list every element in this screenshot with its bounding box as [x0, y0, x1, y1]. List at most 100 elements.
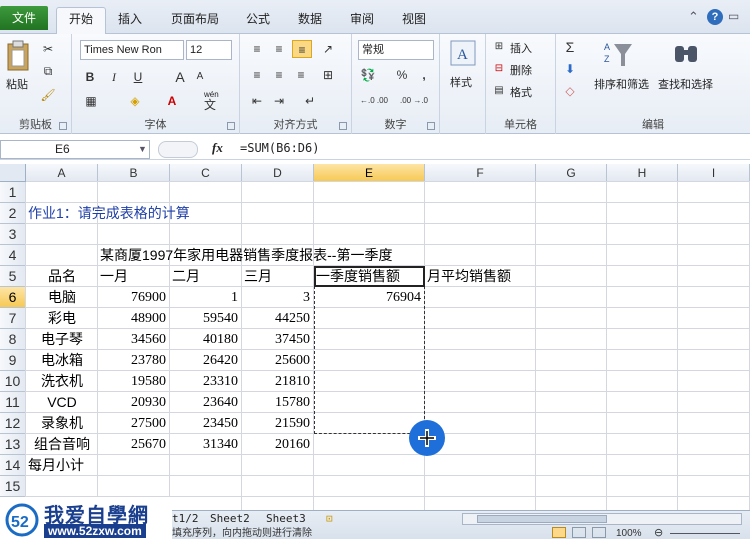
zoom-slider[interactable] — [670, 533, 740, 534]
styles-label[interactable]: 样式 — [450, 74, 472, 90]
help-icon[interactable]: ? — [707, 9, 723, 25]
cell-b4-title[interactable]: 某商厦1997年家用电器销售季度报表--第一季度 — [100, 245, 534, 266]
cell-feb[interactable]: 23450 — [172, 413, 240, 434]
percent-button[interactable]: % — [394, 66, 410, 84]
align-middle-icon[interactable]: ≡ — [270, 40, 288, 58]
tab-view[interactable]: 视图 — [394, 8, 434, 32]
cell-mar[interactable]: 25600 — [244, 350, 312, 371]
copy-icon[interactable]: ⧉ — [40, 62, 56, 80]
shrink-font-button[interactable]: A — [192, 68, 208, 86]
tab-file[interactable]: 文件 — [0, 6, 48, 30]
cell-feb[interactable]: 40180 — [172, 329, 240, 350]
tab-formulas[interactable]: 公式 — [240, 8, 276, 32]
delete-label[interactable]: 删除 — [510, 62, 532, 78]
cell-feb[interactable]: 26420 — [172, 350, 240, 371]
cell-product-name[interactable]: 电脑 — [28, 287, 96, 308]
header-cell[interactable]: 三月 — [244, 266, 312, 287]
underline-button[interactable]: U — [130, 68, 146, 86]
insert-cells-icon[interactable]: ⊞ — [492, 38, 506, 56]
border-icon[interactable]: ▦ — [82, 92, 100, 110]
cell-a14-total-label[interactable]: 每月小计 — [28, 455, 168, 476]
cell-feb[interactable]: 59540 — [172, 308, 240, 329]
tab-review[interactable]: 审阅 — [342, 8, 382, 32]
font-launcher-icon[interactable] — [227, 122, 235, 130]
decrease-decimal-button[interactable]: .00 →.0 — [396, 92, 432, 110]
styles-icon[interactable]: A — [450, 40, 476, 66]
cell-product-name[interactable]: 洗衣机 — [28, 371, 96, 392]
merge-center-icon[interactable]: ⊞ — [318, 66, 338, 84]
zoom-out-icon[interactable]: ⊖ — [654, 527, 663, 540]
number-launcher-icon[interactable] — [427, 122, 435, 130]
tab-home[interactable]: 开始 — [56, 7, 106, 35]
delete-cells-icon[interactable]: ⊟ — [492, 60, 506, 78]
fill-color-icon[interactable]: ◈ — [126, 92, 144, 110]
align-center-icon[interactable]: ≡ — [270, 66, 288, 84]
sort-filter-icon[interactable]: AZ — [604, 40, 634, 68]
format-painter-icon[interactable]: 🖌 — [40, 86, 56, 104]
tab-insert[interactable]: 插入 — [110, 8, 150, 32]
font-name-select[interactable]: Times New Ron — [80, 40, 184, 60]
page-break-view-icon[interactable] — [592, 527, 606, 538]
cell-feb[interactable]: 31340 — [172, 434, 240, 455]
formula-input[interactable]: =SUM(B6:D6) — [240, 141, 319, 155]
selection-range[interactable] — [314, 266, 425, 434]
horizontal-scroll-thumb[interactable] — [477, 515, 607, 523]
cell-jan[interactable]: 25670 — [100, 434, 168, 455]
cell-mar[interactable]: 21590 — [244, 413, 312, 434]
find-select-label[interactable]: 查找和选择 — [658, 76, 713, 92]
increase-indent-icon[interactable]: ⇥ — [270, 92, 288, 110]
header-cell[interactable]: 二月 — [172, 266, 240, 287]
comma-button[interactable]: , — [416, 66, 432, 84]
cell-product-name[interactable]: VCD — [28, 392, 96, 413]
cell-mar[interactable]: 21810 — [244, 371, 312, 392]
fill-icon[interactable]: ⬇ — [562, 60, 578, 78]
header-cell[interactable]: 月平均销售额 — [427, 266, 534, 287]
cell-product-name[interactable]: 彩电 — [28, 308, 96, 329]
sheet-tab-sheet2[interactable]: Sheet2 — [210, 512, 250, 526]
header-cell[interactable]: 一月 — [100, 266, 168, 287]
cell-jan[interactable]: 27500 — [100, 413, 168, 434]
decrease-indent-icon[interactable]: ⇤ — [248, 92, 266, 110]
header-cell[interactable]: 品名 — [28, 266, 96, 287]
cell-mar[interactable]: 20160 — [244, 434, 312, 455]
align-bottom-icon[interactable]: ≡ — [292, 40, 312, 58]
cell-jan[interactable]: 19580 — [100, 371, 168, 392]
autosum-button[interactable]: Σ — [562, 38, 578, 56]
paste-icon[interactable] — [6, 40, 32, 74]
cell-mar[interactable]: 3 — [244, 287, 312, 308]
cell-mar[interactable]: 44250 — [244, 308, 312, 329]
number-format-select[interactable]: 常规 — [358, 40, 434, 60]
format-label[interactable]: 格式 — [510, 84, 532, 100]
cell-mar[interactable]: 37450 — [244, 329, 312, 350]
cell-a2-task[interactable]: 作业1：请完成表格的计算 — [28, 203, 240, 224]
name-box[interactable]: E6 — [0, 140, 150, 159]
insert-sheet-icon[interactable]: ⊡ — [326, 512, 333, 526]
cut-icon[interactable]: ✂ — [40, 40, 56, 58]
cell-jan[interactable]: 34560 — [100, 329, 168, 350]
normal-view-icon[interactable] — [552, 527, 566, 538]
bold-button[interactable]: B — [82, 68, 98, 86]
window-minimize-icon[interactable]: ▭ — [728, 9, 739, 23]
worksheet-grid[interactable]: ABCDEFGHI 1 2 3 4 5 6 7 8 9 10 11 12 13 14 15 作业1：请完成表… — [0, 164, 750, 510]
currency-icon[interactable]: 💱 — [358, 66, 378, 84]
orientation-icon[interactable]: ↗ — [318, 40, 338, 58]
format-cells-icon[interactable]: ▤ — [492, 82, 506, 100]
insert-label[interactable]: 插入 — [510, 40, 532, 56]
tab-data[interactable]: 数据 — [290, 8, 330, 32]
alignment-launcher-icon[interactable] — [339, 122, 347, 130]
cell-feb[interactable]: 23310 — [172, 371, 240, 392]
find-select-icon[interactable] — [672, 40, 700, 68]
zoom-level[interactable]: 100% — [616, 527, 642, 540]
cell-jan[interactable]: 20930 — [100, 392, 168, 413]
cell-product-name[interactable]: 电冰箱 — [28, 350, 96, 371]
cell-product-name[interactable]: 录象机 — [28, 413, 96, 434]
sheet-tab-sheet1[interactable]: t1/2 — [172, 512, 199, 526]
font-color-button[interactable]: A — [164, 92, 180, 110]
cell-jan[interactable]: 48900 — [100, 308, 168, 329]
cell-jan[interactable]: 23780 — [100, 350, 168, 371]
paste-label[interactable]: 粘贴 — [6, 76, 28, 92]
cell-product-name[interactable]: 电子琴 — [28, 329, 96, 350]
tab-page-layout[interactable]: 页面布局 — [162, 8, 228, 32]
phonetic-icon[interactable]: 文 — [202, 96, 218, 114]
cell-feb[interactable]: 1 — [172, 287, 240, 308]
